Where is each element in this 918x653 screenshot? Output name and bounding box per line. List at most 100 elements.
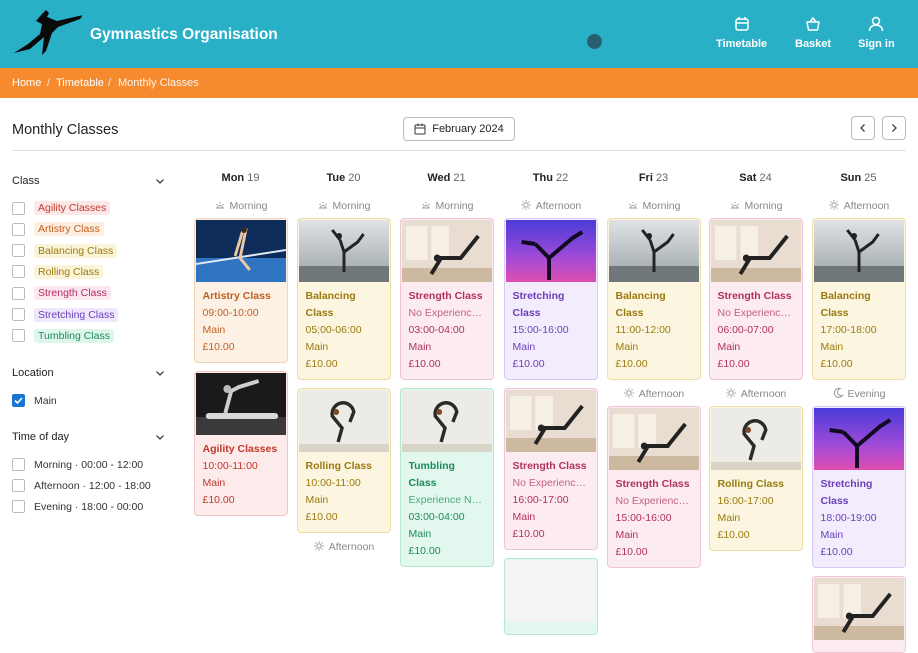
class-card[interactable]: Rolling Class 10:00-11:00 Main £10.00 (296, 388, 391, 533)
class-location: Main (408, 341, 432, 353)
class-card[interactable]: Balancing Class 11:00-12:00 Main £10.00 (606, 218, 701, 380)
month-picker-button[interactable]: February 2024 (403, 117, 515, 141)
calendar-icon (414, 123, 426, 135)
time-slot-label: Morning (295, 198, 392, 214)
class-card[interactable]: Strength Class No Experience ... 03:00-04:… (399, 218, 494, 380)
class-card[interactable]: Stretching Class 15:00-16:00 Main £10.00 (503, 218, 598, 380)
chevron-down-icon[interactable] (155, 176, 165, 186)
class-time: 05:00-06:00 (305, 324, 362, 336)
filter-location-title[interactable]: Location (12, 367, 54, 379)
filter-time-item[interactable]: Morning · 00:00 - 12:00 (12, 458, 143, 471)
chevron-down-icon[interactable] (155, 432, 165, 442)
filter-class-item[interactable]: Rolling Class (12, 264, 104, 279)
class-name: Stretching Class (820, 478, 873, 507)
filter-time-item[interactable]: Afternoon · 12:00 - 18:00 (12, 479, 151, 492)
class-card[interactable]: Strength Class No Experience ... 15:00-16:… (606, 406, 701, 568)
class-card[interactable] (503, 558, 598, 635)
class-price: £10.00 (717, 358, 750, 370)
day-column: Sat 24 Morning Strength Class No Experience… (707, 172, 804, 551)
sun-icon (313, 540, 325, 555)
class-image (710, 407, 802, 471)
filter-class-item[interactable]: Artistry Class (12, 222, 104, 237)
sun-icon (520, 199, 532, 214)
class-price: £10.00 (615, 358, 648, 370)
filter-class-item[interactable]: Stretching Class (12, 307, 119, 322)
app-header: Gymnastics Organisation Timetable Basket… (0, 0, 918, 68)
brand-name[interactable]: Gymnastics Organisation (90, 26, 278, 44)
day-column: Mon 19 Morning Artistry Class 09:00-10:00 Ma… (192, 172, 289, 516)
filter-location-main[interactable]: Main (12, 394, 57, 407)
class-card[interactable]: Strength Class No Experience ... 06:00-07:… (708, 218, 803, 380)
class-location: Main (615, 529, 639, 541)
nav-sign-in-label: Sign in (858, 38, 895, 50)
class-image (298, 389, 390, 453)
checkbox[interactable] (12, 329, 25, 343)
class-location: Main (512, 511, 536, 523)
gymnast-logo[interactable] (12, 8, 83, 65)
class-image (813, 577, 905, 641)
checkbox[interactable] (12, 286, 25, 300)
filter-class-item[interactable]: Strength Class (12, 286, 111, 301)
class-time: 15:00-16:00 (512, 324, 569, 336)
filter-time-title[interactable]: Time of day (12, 431, 69, 443)
basket-icon (806, 16, 820, 31)
page-title: Monthly Classes (12, 122, 119, 138)
filter-class-item[interactable]: Agility Classes (12, 201, 111, 215)
class-time: 10:00-11:00 (305, 477, 361, 489)
nav-sign-in[interactable]: Sign in (858, 14, 895, 50)
filter-class-label: Balancing Class (34, 243, 118, 258)
class-price: £10.00 (717, 529, 750, 541)
class-card[interactable]: Tumbling Class Experience Ne... 03:00-04:0… (399, 388, 494, 567)
filter-class-title[interactable]: Class (12, 175, 40, 187)
nav-timetable[interactable]: Timetable (716, 14, 767, 50)
class-card[interactable]: Agility Classes 10:00-11:00 Main £10.00 (193, 371, 288, 516)
month-label: February 2024 (432, 123, 504, 135)
class-experience: Experience Ne... (408, 494, 485, 506)
sun-horizon-icon (214, 199, 226, 214)
filter-time-item[interactable]: Evening · 18:00 - 00:00 (12, 500, 143, 513)
checkbox[interactable] (12, 479, 25, 492)
class-price: £10.00 (820, 546, 853, 558)
class-card[interactable]: Artistry Class 09:00-10:00 Main £10.00 (193, 218, 288, 363)
class-card[interactable]: Balancing Class 17:00-18:00 Main £10.00 (811, 218, 906, 380)
class-card[interactable]: Balancing Class 05:00-06:00 Main £10.00 (296, 218, 391, 380)
checkbox[interactable] (12, 222, 25, 236)
filter-class-item[interactable]: Balancing Class (12, 243, 118, 258)
class-name: Artistry Class (202, 290, 271, 302)
class-time: 18:00-19:00 (820, 512, 877, 524)
checkbox[interactable] (12, 500, 25, 513)
class-name: Strength Class (408, 290, 483, 302)
class-image (298, 219, 390, 283)
class-card[interactable]: Stretching Class 18:00-19:00 Main £10.00 (811, 406, 906, 568)
class-name: Strength Class (615, 478, 690, 490)
moon-icon (832, 387, 844, 402)
class-name: Balancing Class (305, 290, 356, 319)
filter-class-label: Artistry Class (34, 222, 104, 237)
time-slot-label: Morning (605, 198, 702, 214)
time-slot-label: Afternoon (707, 386, 804, 402)
class-price: £10.00 (512, 358, 545, 370)
chevron-down-icon[interactable] (155, 368, 165, 378)
checkbox[interactable] (12, 308, 25, 321)
class-card[interactable] (811, 576, 906, 653)
checkbox-checked[interactable] (12, 394, 25, 407)
filter-class-label: Rolling Class (34, 264, 104, 279)
checkbox[interactable] (12, 201, 25, 215)
day-column: Fri 23 Morning Balancing Class 11:00-12:00 M… (605, 172, 702, 568)
class-card[interactable]: Strength Class No Experience ... 16:00-17:… (503, 388, 598, 550)
breadcrumb-timetable[interactable]: Timetable (56, 77, 104, 89)
breadcrumb-home[interactable]: Home (12, 77, 41, 89)
checkbox[interactable] (12, 244, 25, 258)
day-header: Fri 23 (638, 172, 669, 184)
class-price: £10.00 (615, 546, 648, 558)
class-time: 11:00-12:00 (615, 324, 671, 336)
checkbox[interactable] (12, 458, 25, 471)
class-card[interactable]: Rolling Class 16:00-17:00 Main £10.00 (708, 406, 803, 551)
day-header: Sat 24 (739, 172, 772, 184)
class-price: £10.00 (202, 494, 235, 506)
prev-week-button[interactable] (851, 116, 875, 140)
checkbox[interactable] (12, 265, 25, 279)
nav-basket[interactable]: Basket (795, 14, 831, 50)
next-week-button[interactable] (882, 116, 906, 140)
filter-class-item[interactable]: Tumbling Class (12, 328, 114, 343)
